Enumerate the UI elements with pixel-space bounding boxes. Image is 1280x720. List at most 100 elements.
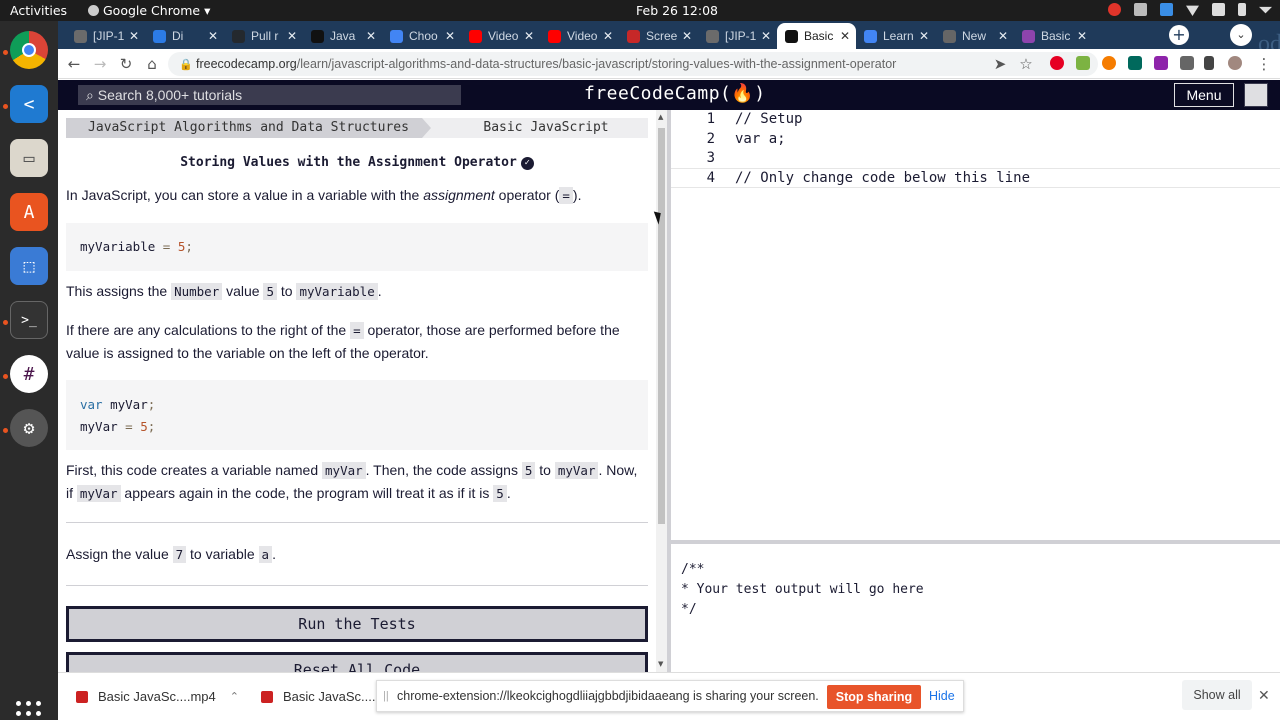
breadcrumb-block[interactable]: Basic JavaScript: [446, 118, 646, 138]
extensions-puzzle-icon[interactable]: [1180, 56, 1194, 70]
hide-button[interactable]: Hide: [929, 689, 955, 703]
close-tab-icon[interactable]: ✕: [761, 29, 771, 43]
close-tab-icon[interactable]: ✕: [287, 29, 297, 43]
vscode-icon[interactable]: <: [10, 85, 48, 123]
tab-title: Choo: [409, 29, 438, 43]
browser-tab[interactable]: Java ✕: [303, 23, 382, 49]
back-arrow-icon[interactable]: ←: [64, 54, 84, 74]
pinterest-extension-icon[interactable]: [1050, 56, 1064, 70]
send-tab-icon[interactable]: ➤: [990, 54, 1010, 74]
close-tab-icon[interactable]: ✕: [682, 29, 692, 43]
download-item[interactable]: Basic JavaSc....m: [261, 689, 386, 704]
browser-tab[interactable]: [JIP-1 ✕: [698, 23, 777, 49]
record-icon[interactable]: [1108, 3, 1121, 16]
scroll-up-arrow-icon[interactable]: ▲: [658, 113, 663, 121]
download-item[interactable]: Basic JavaSc....mp4 ⌃: [76, 689, 239, 704]
browser-tab[interactable]: Video ✕: [461, 23, 540, 49]
running-indicator: [3, 104, 8, 109]
paragraph: In JavaScript, you can store a value in …: [66, 184, 646, 207]
close-tab-icon[interactable]: ✕: [603, 29, 613, 43]
code-token: myVariable: [80, 239, 156, 254]
extension-icon[interactable]: [1076, 56, 1090, 70]
settings-icon[interactable]: ⚙: [10, 409, 48, 447]
chevron-up-icon[interactable]: ⌃: [230, 690, 239, 703]
bookmark-star-icon[interactable]: ☆: [1016, 54, 1036, 74]
close-tab-icon[interactable]: ✕: [129, 29, 139, 43]
forward-arrow-icon[interactable]: →: [90, 54, 110, 74]
slack-icon[interactable]: #: [10, 355, 48, 393]
code-editor[interactable]: 1 // Setup 2 var a; 3 4 // Only change c…: [671, 110, 1280, 540]
show-all-button[interactable]: Show all: [1182, 680, 1252, 710]
volume-icon[interactable]: [1212, 3, 1225, 16]
close-tab-icon[interactable]: ✕: [208, 29, 218, 43]
tab-favicon-icon: [1022, 29, 1035, 43]
browser-tab[interactable]: Di ✕: [145, 23, 224, 49]
browser-tab[interactable]: Pull r ✕: [224, 23, 303, 49]
tab-favicon-icon: [390, 29, 403, 43]
close-tab-icon[interactable]: ✕: [998, 29, 1008, 43]
browser-tab[interactable]: Learn ✕: [856, 23, 935, 49]
close-tab-icon[interactable]: ✕: [445, 29, 455, 43]
address-bar[interactable]: 🔒 freecodecamp.org/learn/javascript-algo…: [168, 52, 1098, 76]
tab-search-button[interactable]: ⌄: [1230, 24, 1252, 46]
side-panel-icon[interactable]: [1204, 56, 1214, 70]
home-icon[interactable]: ⌂: [142, 54, 162, 74]
reload-icon[interactable]: ↻: [116, 54, 136, 74]
browser-tab[interactable]: Choo ✕: [382, 23, 461, 49]
scroll-down-arrow-icon[interactable]: ▼: [658, 660, 663, 668]
extension-icon[interactable]: [1154, 56, 1168, 70]
run-tests-button[interactable]: Run the Tests: [66, 606, 648, 642]
tab-title: [JIP-1: [725, 29, 757, 43]
browser-tab[interactable]: Video ✕: [540, 23, 619, 49]
search-input[interactable]: ⌕ Search 8,000+ tutorials: [78, 85, 461, 105]
browser-tab[interactable]: [JIP-1 ✕: [66, 23, 145, 49]
browser-tab[interactable]: Basic ✕: [1014, 23, 1093, 49]
stop-sharing-button[interactable]: Stop sharing: [827, 685, 921, 709]
slack-tray-icon[interactable]: [1134, 3, 1147, 16]
drag-handle-icon[interactable]: ||: [383, 690, 389, 702]
close-tab-icon[interactable]: ✕: [840, 29, 850, 43]
challenge-title: Storing Values with the Assignment Opera…: [58, 155, 656, 170]
wifi-icon[interactable]: [1186, 5, 1199, 16]
system-tray[interactable]: [1108, 3, 1272, 16]
screenshot-icon[interactable]: ⬚: [10, 247, 48, 285]
inline-code: myVar: [76, 485, 121, 502]
close-tab-icon[interactable]: ✕: [524, 29, 534, 43]
close-icon[interactable]: ✕: [1258, 687, 1270, 704]
chrome-menu-icon[interactable]: ⋮: [1254, 54, 1274, 74]
chrome-icon[interactable]: [10, 31, 48, 69]
profile-avatar[interactable]: [1228, 56, 1242, 70]
zoom-tray-icon[interactable]: [1160, 3, 1173, 16]
code-token: ;: [147, 397, 156, 412]
emphasis: assignment: [423, 187, 495, 203]
scrollbar-thumb[interactable]: [658, 128, 665, 524]
software-center-icon[interactable]: A: [10, 193, 48, 231]
reset-code-button[interactable]: Reset All Code: [66, 652, 648, 672]
files-icon[interactable]: ▭: [10, 139, 48, 177]
app-menu[interactable]: Google Chrome ▾: [88, 3, 210, 18]
close-tab-icon[interactable]: ✕: [1077, 29, 1087, 43]
show-applications-icon[interactable]: [16, 701, 42, 720]
editor-line: 3: [671, 149, 1280, 169]
extension-icon[interactable]: [1102, 56, 1116, 70]
system-menu-chevron-icon[interactable]: [1259, 6, 1272, 14]
browser-tab[interactable]: Scree ✕: [619, 23, 698, 49]
browser-tab[interactable]: New ✕: [935, 23, 1014, 49]
tab-title: Pull r: [251, 29, 279, 43]
breadcrumb-superblock[interactable]: JavaScript Algorithms and Data Structure…: [66, 118, 431, 138]
system-clock[interactable]: Feb 26 12:08: [636, 3, 718, 18]
battery-icon[interactable]: [1238, 3, 1246, 16]
code-token: 5: [140, 418, 148, 434]
tab-title: Video: [488, 29, 519, 43]
new-tab-button[interactable]: +: [1169, 25, 1189, 45]
instructions-scrollbar[interactable]: ▲ ▼: [656, 110, 667, 672]
menu-button[interactable]: Menu: [1174, 83, 1234, 107]
close-tab-icon[interactable]: ✕: [919, 29, 929, 43]
fcc-logo[interactable]: freeCodeCamp(🔥): [584, 83, 766, 104]
activities-button[interactable]: Activities: [10, 3, 67, 18]
close-tab-icon[interactable]: ✕: [366, 29, 376, 43]
extension-icon[interactable]: [1128, 56, 1142, 70]
terminal-icon[interactable]: >_: [10, 301, 48, 339]
browser-tab[interactable]: Basic ✕: [777, 23, 856, 49]
user-avatar[interactable]: [1244, 83, 1268, 107]
